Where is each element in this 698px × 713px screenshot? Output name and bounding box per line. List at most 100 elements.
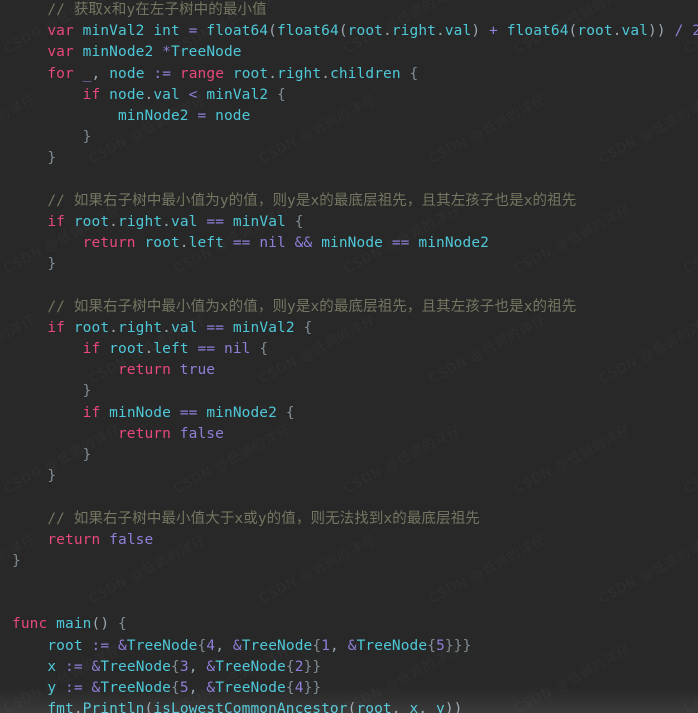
token-punc: ( [268,23,278,40]
token-id: minNode2 [206,404,277,421]
code-line[interactable]: return true [0,360,698,381]
token-op: && [294,235,313,252]
token-kw: if [82,86,101,103]
token-id: root [73,213,110,230]
code-line[interactable]: root := &TreeNode{4, &TreeNode{1, &TreeN… [0,636,698,657]
code-line[interactable]: if root.right.val == minVal { [0,212,698,233]
code-line[interactable] [0,593,698,614]
code-line[interactable]: // 如果右子树中最小值为y的值，则y是x的最底层祖先，且其左孩子也是x的祖先 [0,191,698,212]
token-brace: }} [303,658,322,675]
token-brace: } [47,468,57,485]
token-brace: { [118,616,127,633]
token-punc: )) [648,23,666,40]
token-id: minNode2 [418,235,489,252]
token-id: right [391,23,436,40]
token-op: == [197,341,216,357]
token-op: * [162,44,171,61]
token-id: TreeNode [241,637,313,654]
token-id: root [347,23,383,40]
token-kw: func [12,616,48,633]
code-line[interactable]: } [0,551,698,572]
code-line[interactable]: if root.left == nil { [0,339,698,360]
code-line[interactable] [0,572,698,593]
code-line[interactable]: } [0,254,698,275]
token-id: root [109,341,145,357]
token-brace: { [294,213,304,230]
token-op: == [206,319,225,336]
token-punc: . [144,86,154,103]
token-id: TreeNode [171,44,242,61]
code-line[interactable]: minNode2 = node [0,106,698,127]
token-id: root [356,701,392,713]
code-line[interactable]: for _, node := range root.right.children… [0,64,698,85]
token-id: root [577,23,613,40]
code-line[interactable]: } [0,445,698,466]
code-line[interactable]: if root.right.val == minVal2 { [0,318,698,339]
token-kw: if [82,404,101,421]
token-id: node [109,86,145,103]
token-punc: . [109,319,119,336]
code-line[interactable]: } [0,381,698,402]
token-punc: . [179,235,189,252]
code-line[interactable]: var minNode2 *TreeNode [0,42,698,63]
token-brace: { [285,658,295,675]
token-id: val [171,319,198,336]
token-op: = [188,23,198,40]
code-line[interactable]: } [0,466,698,487]
token-op: := [91,637,110,654]
code-line[interactable]: if node.val < minVal2 { [0,85,698,106]
code-line[interactable]: } [0,148,698,169]
code-line[interactable]: // 如果右子树中最小值大于x或y的值，则无法找到x的最底层祖先 [0,509,698,530]
code-line[interactable]: var minVal2 int = float64(float64(root.r… [0,21,698,42]
token-num: 4 [294,680,304,696]
code-line[interactable]: y := &TreeNode{5, &TreeNode{4}} [0,678,698,699]
code-line[interactable] [0,487,698,508]
token-cmt: // 如果右子树中最小值大于x或y的值，则无法找到x的最底层祖先 [47,510,480,527]
token-id: TreeNode [215,680,286,696]
token-id: float64 [506,23,569,40]
token-id: TreeNode [126,637,198,654]
token-punc: . [162,319,172,336]
token-op: _ [82,65,92,82]
code-line[interactable]: return root.left == nil && minNode == mi… [0,233,698,254]
token-id: right [118,213,163,230]
token-id: float64 [206,23,269,40]
token-op: & [206,658,216,675]
code-line[interactable] [0,275,698,296]
code-line[interactable] [0,170,698,191]
code-line[interactable]: } [0,127,698,148]
token-id: right [277,65,322,82]
code-block[interactable]: // 获取x和y在左子树中的最小值 var minVal2 int = floa… [0,0,698,713]
token-id: minVal [232,213,286,230]
code-line[interactable]: func main() { [0,614,698,635]
token-id: root [144,235,180,252]
code-line[interactable]: if minNode == minNode2 { [0,403,698,424]
code-line[interactable]: fmt.Println(isLowestCommonAncestor(root,… [0,699,698,713]
code-line[interactable]: // 获取x和y在左子树中的最小值 [0,0,698,21]
token-brace: { [277,86,286,103]
code-line[interactable]: x := &TreeNode{3, &TreeNode{2}} [0,657,698,678]
token-kw: if [47,213,65,230]
code-line[interactable]: return false [0,424,698,445]
code-line[interactable]: // 如果右子树中最小值为x的值，则y是x的最底层祖先，且其左孩子也是x的祖先 [0,297,698,318]
token-punc: ( [338,23,348,40]
code-editor-surface[interactable]: CSDN @低调的洋仔CSDN @低调的洋仔CSDN @低调的洋仔CSDN @低… [0,0,698,713]
token-kw: var [47,44,74,61]
token-punc: , [188,680,198,696]
token-op: & [206,680,216,696]
token-brace: { [259,341,269,357]
code-line[interactable]: return false [0,530,698,551]
token-op: == [232,235,251,252]
